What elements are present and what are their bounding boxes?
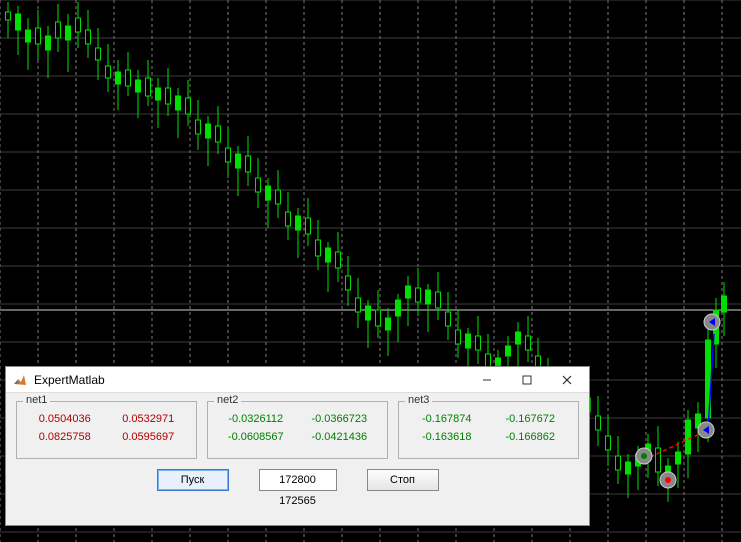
chart-marker[interactable] bbox=[704, 314, 720, 330]
net2-r1a: -0.0326112 bbox=[214, 410, 298, 428]
net2-r2a: -0.0608567 bbox=[214, 428, 298, 446]
net3-r2b: -0.166862 bbox=[489, 428, 573, 446]
titlebar[interactable]: ExpertMatlab bbox=[6, 367, 589, 393]
net2-r1b: -0.0366723 bbox=[298, 410, 382, 428]
dialog-body: net1 0.0504036 0.0532971 0.0825758 0.059… bbox=[6, 393, 589, 511]
number-input[interactable]: 172800 bbox=[259, 469, 337, 491]
net3-r1b: -0.167672 bbox=[489, 410, 573, 428]
net3-r1a: -0.167874 bbox=[405, 410, 489, 428]
maximize-button[interactable] bbox=[507, 369, 547, 391]
window-title: ExpertMatlab bbox=[34, 373, 467, 387]
group-label: net1 bbox=[23, 394, 50, 406]
group-net3: net3 -0.167874 -0.167672 -0.163618 -0.16… bbox=[398, 401, 579, 459]
expertmatlab-dialog: ExpertMatlab net1 0.0504036 0.0532971 0.… bbox=[5, 366, 590, 526]
counter-label: 172565 bbox=[16, 495, 579, 507]
matlab-icon bbox=[12, 372, 28, 388]
group-label: net3 bbox=[405, 394, 432, 406]
net1-r1b: 0.0532971 bbox=[107, 410, 191, 428]
net1-r2b: 0.0595697 bbox=[107, 428, 191, 446]
chart-marker[interactable] bbox=[698, 422, 714, 438]
net1-r1a: 0.0504036 bbox=[23, 410, 107, 428]
minimize-button[interactable] bbox=[467, 369, 507, 391]
stop-button[interactable]: Стоп bbox=[367, 469, 439, 491]
group-label: net2 bbox=[214, 394, 241, 406]
net3-r2a: -0.163618 bbox=[405, 428, 489, 446]
chart-marker[interactable] bbox=[636, 448, 652, 464]
net1-r2a: 0.0825758 bbox=[23, 428, 107, 446]
close-button[interactable] bbox=[547, 369, 587, 391]
group-net1: net1 0.0504036 0.0532971 0.0825758 0.059… bbox=[16, 401, 197, 459]
chart-marker[interactable] bbox=[660, 472, 676, 488]
group-net2: net2 -0.0326112 -0.0366723 -0.0608567 -0… bbox=[207, 401, 388, 459]
start-button[interactable]: Пуск bbox=[157, 469, 229, 491]
net2-r2b: -0.0421436 bbox=[298, 428, 382, 446]
